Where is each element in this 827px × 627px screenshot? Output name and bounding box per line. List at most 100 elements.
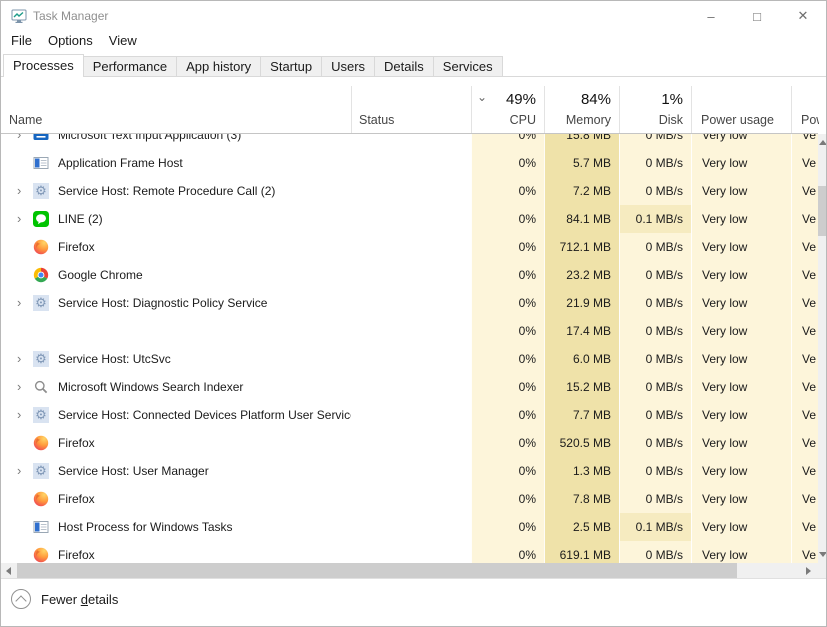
memory-cell: 5.7 MB [544, 149, 619, 177]
process-row[interactable]: ›LINE (2)0%84.1 MB0.1 MB/sVery lowVe [1, 205, 818, 233]
status-cell [351, 541, 471, 563]
process-name-cell: ›⚙ Service Host: Connected Devices Platfo… [1, 401, 351, 429]
power-usage-cell: Very low [691, 149, 791, 177]
column-header-power-usage[interactable]: Power usage [691, 84, 791, 133]
disk-cell: 0 MB/s [619, 233, 691, 261]
minimize-button[interactable]: – [688, 1, 734, 31]
process-name-cell: Host Process for Windows Tasks [1, 513, 351, 541]
cpu-total-percent: 49% [506, 91, 536, 108]
process-row[interactable]: ›Microsoft Text Input Application (3)0%1… [1, 134, 818, 149]
column-header-name[interactable]: Name [9, 113, 42, 127]
process-row[interactable]: ›⚙Service Host: Remote Procedure Call (2… [1, 177, 818, 205]
process-name: Microsoft Text Input Application (3) [58, 134, 241, 142]
process-name: Service Host: Connected Devices Platform… [58, 408, 351, 422]
tab-performance[interactable]: Performance [84, 56, 177, 77]
power-usage-label: Power usage [701, 113, 774, 127]
column-header-memory[interactable]: 84% Memory [544, 84, 619, 133]
tab-app-history[interactable]: App history [177, 56, 261, 77]
disk-cell: 0 MB/s [619, 289, 691, 317]
menu-file[interactable]: File [3, 31, 40, 50]
power-usage-trend-cell: Ve [791, 205, 818, 233]
process-row[interactable]: Application Frame Host0%5.7 MB0 MB/sVery… [1, 149, 818, 177]
column-header-cpu[interactable]: 49% CPU [471, 84, 544, 133]
cpu-cell: 0% [471, 429, 544, 457]
power-usage-cell: Very low [691, 429, 791, 457]
process-row[interactable]: Firefox0%520.5 MB0 MB/sVery lowVe [1, 429, 818, 457]
fewer-details-toggle[interactable]: Fewer details [11, 586, 118, 612]
expand-chevron-icon[interactable]: › [17, 345, 33, 373]
menu-view[interactable]: View [101, 31, 145, 50]
scroll-left-arrow-icon[interactable] [1, 563, 16, 578]
status-cell [351, 345, 471, 373]
vertical-scrollbar[interactable] [818, 134, 827, 563]
cpu-cell: 0% [471, 317, 544, 345]
process-row[interactable]: ›⚙Service Host: Diagnostic Policy Servic… [1, 289, 818, 317]
process-row[interactable]: ›⚙Service Host: User Manager0%1.3 MB0 MB… [1, 457, 818, 485]
tab-details[interactable]: Details [375, 56, 434, 77]
expand-chevron-icon[interactable]: › [17, 134, 33, 149]
process-row[interactable]: Host Process for Windows Tasks0%2.5 MB0.… [1, 513, 818, 541]
cpu-cell: 0% [471, 541, 544, 563]
power-usage-cell: Very low [691, 485, 791, 513]
power-usage-cell: Very low [691, 317, 791, 345]
disk-cell: 0 MB/s [619, 261, 691, 289]
power-usage-trend-cell: Ve [791, 541, 818, 563]
column-header-disk[interactable]: 1% Disk [619, 84, 691, 133]
tab-startup[interactable]: Startup [261, 56, 322, 77]
process-row[interactable]: Firefox0%712.1 MB0 MB/sVery lowVe [1, 233, 818, 261]
process-row[interactable]: Firefox0%619.1 MB0 MB/sVery lowVe [1, 541, 818, 563]
status-cell [351, 205, 471, 233]
memory-cell: 17.4 MB [544, 317, 619, 345]
expand-chevron-icon[interactable]: › [17, 205, 33, 233]
disk-cell: 0 MB/s [619, 457, 691, 485]
tabs: ProcessesPerformanceApp historyStartupUs… [3, 54, 503, 77]
firefox-icon [33, 239, 49, 255]
status-cell [351, 401, 471, 429]
column-header-power-usage-trend[interactable]: Powe [791, 84, 819, 133]
expand-chevron-icon[interactable]: › [17, 457, 33, 485]
process-row[interactable]: ›⚙Service Host: UtcSvc0%6.0 MB0 MB/sVery… [1, 345, 818, 373]
tab-services[interactable]: Services [434, 56, 503, 77]
expand-chevron-icon[interactable]: › [17, 289, 33, 317]
process-row[interactable]: ›Microsoft Windows Search Indexer0%15.2 … [1, 373, 818, 401]
scroll-down-arrow-icon[interactable] [818, 546, 827, 563]
firefox-icon [33, 547, 49, 563]
process-row[interactable]: Firefox0%7.8 MB0 MB/sVery lowVe [1, 485, 818, 513]
power-usage-cell: Very low [691, 513, 791, 541]
tab-strip: ProcessesPerformanceApp historyStartupUs… [3, 54, 826, 77]
tab-users[interactable]: Users [322, 56, 375, 77]
menu-options[interactable]: Options [40, 31, 101, 50]
horizontal-scrollbar[interactable] [1, 563, 818, 578]
process-name: Firefox [58, 548, 95, 562]
power-usage-trend-cell: Ve [791, 373, 818, 401]
maximize-button[interactable]: □ [734, 1, 780, 31]
expand-chevron-icon[interactable]: › [17, 177, 33, 205]
cpu-cell: 0% [471, 513, 544, 541]
status-cell [351, 233, 471, 261]
tab-processes[interactable]: Processes [3, 54, 84, 77]
process-row[interactable]: Google Chrome0%23.2 MB0 MB/sVery lowVe [1, 261, 818, 289]
process-row[interactable]: 0%17.4 MB0 MB/sVery lowVe [1, 317, 818, 345]
horizontal-scrollbar-thumb[interactable] [17, 563, 737, 578]
process-row[interactable]: ›⚙ Service Host: Connected Devices Platfo… [1, 401, 818, 429]
column-header-status[interactable]: Status [359, 113, 394, 127]
scroll-right-arrow-icon[interactable] [801, 563, 816, 578]
memory-cell: 15.8 MB [544, 134, 619, 149]
window-title: Task Manager [33, 1, 108, 31]
close-button[interactable]: ✕ [780, 1, 826, 31]
status-cell [351, 373, 471, 401]
gear-icon: ⚙ [33, 407, 49, 423]
power-usage-trend-cell: Ve [791, 289, 818, 317]
firefox-icon [33, 435, 49, 451]
expand-chevron-icon[interactable]: › [17, 401, 33, 429]
process-name-cell: ›Microsoft Windows Search Indexer [1, 373, 351, 401]
vertical-scrollbar-thumb[interactable] [818, 186, 827, 236]
cpu-cell: 0% [471, 457, 544, 485]
scroll-up-arrow-icon[interactable] [818, 134, 827, 151]
expand-chevron-icon[interactable]: › [17, 373, 33, 401]
memory-cell: 21.9 MB [544, 289, 619, 317]
disk-cell: 0 MB/s [619, 373, 691, 401]
chevron-up-circle-icon [11, 589, 31, 609]
process-name-cell: ›⚙Service Host: Diagnostic Policy Servic… [1, 289, 351, 317]
status-cell [351, 485, 471, 513]
